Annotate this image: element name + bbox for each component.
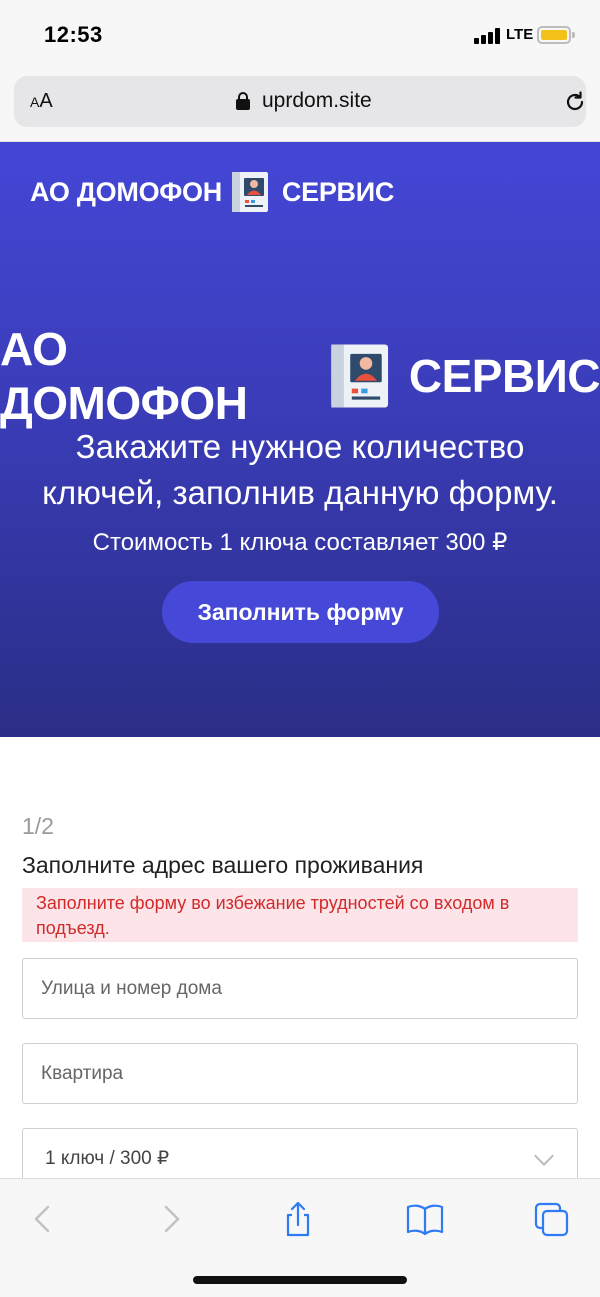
text-size-button[interactable]: AA (30, 90, 53, 113)
browser-address-area: AA uprdom.site (0, 70, 600, 142)
lock-icon (236, 92, 250, 110)
phonebook-icon (231, 172, 268, 212)
chevron-down-icon (534, 1146, 554, 1166)
apartment-input[interactable] (22, 1043, 578, 1104)
hero-section: АО ДОМОФОН СЕРВИС АО ДОМОФОН СЕРВИС Зака… (0, 142, 600, 737)
page: 12:53 LTE AA uprdom.site АО ДОМОФОН СЕРВ… (0, 0, 600, 1297)
street-input[interactable] (22, 958, 578, 1019)
form-step-indicator: 1/2 (22, 813, 54, 839)
forward-icon[interactable] (152, 1201, 192, 1237)
home-indicator (193, 1276, 407, 1284)
url-text[interactable]: uprdom.site (262, 89, 372, 113)
bookmarks-icon[interactable] (405, 1201, 445, 1237)
hero-title: Закажите нужное количество ключей, запол… (42, 428, 558, 511)
header-logo[interactable]: АО ДОМОФОН СЕРВИС (30, 170, 394, 214)
battery-icon (537, 26, 575, 44)
status-time: 12:53 (44, 22, 103, 47)
back-icon[interactable] (22, 1201, 62, 1237)
tabs-icon[interactable] (532, 1201, 572, 1237)
hero-price: Стоимость 1 ключа составляет 300 ₽ (92, 529, 508, 556)
hero-logo-left-text: АО ДОМОФОН (0, 323, 248, 429)
logo-right-text: СЕРВИС (281, 176, 395, 207)
form-title: Заполните адрес вашего проживания (22, 852, 424, 878)
address-bar[interactable]: AA uprdom.site (14, 76, 586, 127)
reload-icon[interactable] (563, 90, 587, 114)
share-icon[interactable] (278, 1201, 318, 1237)
hero-logo: АО ДОМОФОН СЕРВИС (0, 322, 600, 430)
signal-icon (474, 28, 500, 44)
form-alert: Заполните форму во избежание трудностей … (22, 888, 578, 942)
logo-left-text: АО ДОМОФОН (30, 176, 222, 207)
fill-form-button[interactable]: Заполнить форму (162, 581, 439, 643)
status-bar: 12:53 LTE (0, 0, 600, 70)
keys-select-value: 1 ключ / 300 ₽ (45, 1148, 170, 1169)
phonebook-icon (331, 344, 389, 408)
network-label: LTE (506, 26, 534, 43)
hero-logo-right-text: СЕРВИС (408, 350, 600, 402)
